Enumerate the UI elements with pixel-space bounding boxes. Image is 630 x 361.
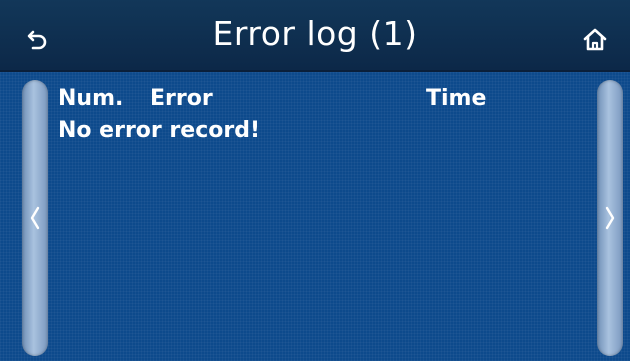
home-icon [583, 28, 607, 51]
error-log-panel: Num. Error Time No error record! [0, 72, 630, 361]
column-header-time: Time [426, 86, 487, 111]
chevron-left-icon [30, 206, 40, 230]
header-bar: Error log (1) [0, 0, 630, 72]
error-log-screen: Error log (1) Num. Error Time No error r… [0, 0, 630, 361]
home-button[interactable] [575, 20, 615, 60]
column-header-error: Error [150, 86, 213, 111]
page-title: Error log (1) [212, 14, 418, 53]
column-header-num: Num. [58, 86, 124, 111]
next-page-button[interactable] [597, 80, 623, 356]
empty-state-message: No error record! [58, 118, 260, 143]
chevron-right-icon [605, 206, 615, 230]
prev-page-button[interactable] [22, 80, 48, 356]
